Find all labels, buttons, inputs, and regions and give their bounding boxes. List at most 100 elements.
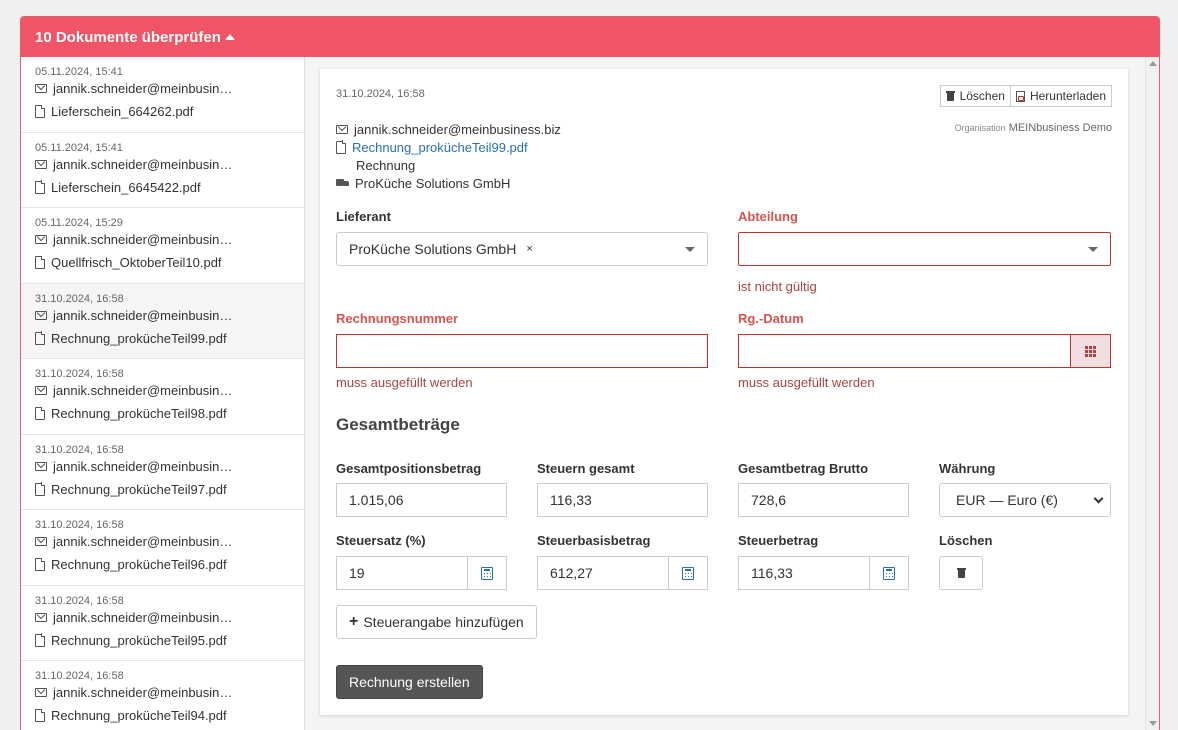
file-icon: [35, 482, 46, 496]
calendar-icon: [1084, 345, 1097, 357]
tax-base-calc-button[interactable]: [668, 556, 708, 590]
scroll-up-arrow-icon[interactable]: [1149, 61, 1157, 66]
lieferant-clear-icon[interactable]: ×: [526, 243, 532, 255]
tax-amount-label: Steuerbetrag: [738, 533, 819, 548]
doc-filename: Rechnung_proküchеTeil94.pdf: [51, 708, 227, 723]
positions-value: 1.015,06: [349, 492, 404, 508]
doc-date: 31.10.2024, 16:58: [35, 368, 124, 380]
list-item[interactable]: 31.10.2024, 16:58 jannik.schneider@meinb…: [21, 661, 304, 730]
positions-label: Gesamtpositionsbetrag: [336, 461, 482, 476]
tax-rate-label: Steuersatz (%): [336, 533, 426, 548]
doc-date: 31.10.2024, 16:58: [35, 594, 124, 607]
file-icon: [35, 255, 46, 269]
doc-date: 05.11.2024, 15:41: [35, 141, 123, 154]
tax-amount-calc-button[interactable]: [869, 556, 909, 590]
detail-date: 31.10.2024, 16:58: [336, 88, 425, 100]
organisation-label: Organisation: [954, 123, 1006, 133]
tax-base-input[interactable]: 612,27: [537, 556, 669, 590]
download-button[interactable]: Herunterladen: [1010, 85, 1112, 107]
caret-down-icon: [685, 247, 695, 252]
list-item[interactable]: 31.10.2024, 16:58 jannik.schneider@meinb…: [21, 359, 304, 435]
rechnungsnummer-input[interactable]: [336, 334, 708, 368]
doc-filename: Rechnung_proküchеTeil97.pdf: [51, 481, 227, 497]
calculator-icon: [883, 566, 895, 580]
doc-filename: Rechnung_proküchеTeil99.pdf: [51, 330, 227, 346]
tax-base-label: Steuerbasisbetrag: [537, 533, 651, 548]
delete-document-label: Löschen: [959, 89, 1005, 103]
calculator-icon: [682, 566, 694, 580]
detail-document-type: Rechnung: [356, 157, 416, 173]
envelope-icon: [35, 688, 47, 697]
doc-filename: Quellfrisch_OktoberTeil10.pdf: [51, 255, 222, 270]
doc-email: jannik.schneider@meinbusin…: [53, 307, 233, 323]
list-item[interactable]: 31.10.2024, 16:58 jannik.schneider@meinb…: [21, 435, 304, 510]
list-item[interactable]: 31.10.2024, 16:58 jannik.schneider@meinb…: [21, 510, 304, 586]
doc-date: 31.10.2024, 16:58: [35, 292, 124, 305]
envelope-icon: [336, 124, 348, 134]
list-item[interactable]: 31.10.2024, 16:58 jannik.schneider@meinb…: [21, 586, 304, 661]
gross-input[interactable]: 728,6: [738, 483, 909, 517]
file-icon: [35, 708, 46, 722]
doc-filename: Lieferschein_664262.pdf: [51, 104, 194, 119]
detail-file-link[interactable]: Rechnung_proküchеTeil99.pdf: [352, 140, 528, 155]
positions-input[interactable]: 1.015,06: [336, 483, 507, 517]
caret-up-icon: [224, 34, 235, 40]
document-detail-card: 31.10.2024, 16:58 Löschen Herunterladen …: [320, 69, 1128, 715]
abteilung-select[interactable]: [738, 232, 1111, 266]
doc-email: jannik.schneider@meinbusin…: [53, 458, 233, 474]
list-item[interactable]: 05.11.2024, 15:41 jannik.schneider@meinb…: [21, 133, 304, 208]
list-item[interactable]: 05.11.2024, 15:41 jannik.schneider@meinb…: [21, 57, 304, 133]
list-item[interactable]: 05.11.2024, 15:29 jannik.schneider@meinb…: [21, 208, 304, 284]
envelope-icon: [35, 159, 47, 169]
doc-filename: Lieferschein_6645422.pdf: [51, 179, 201, 195]
rg-datum-label: Rg.-Datum: [738, 311, 804, 326]
scroll-down-arrow-icon[interactable]: [1149, 721, 1157, 726]
tax-amount-input[interactable]: 116,33: [738, 556, 870, 590]
create-invoice-button[interactable]: Rechnung erstellen: [336, 665, 483, 699]
add-tax-button[interactable]: + Steuerangabe hinzufügen: [336, 605, 537, 639]
file-icon: [35, 180, 46, 194]
delete-tax-button[interactable]: [939, 556, 983, 590]
trash-icon: [956, 568, 966, 578]
date-picker-button[interactable]: [1070, 334, 1111, 368]
doc-email: jannik.schneider@meinbusin…: [53, 232, 233, 247]
file-icon: [35, 104, 46, 118]
detail-actions: Löschen Herunterladen: [939, 85, 1112, 107]
file-icon: [336, 140, 347, 154]
download-label: Herunterladen: [1029, 89, 1106, 103]
envelope-icon: [35, 461, 47, 471]
gross-value: 728,6: [751, 492, 787, 508]
pdf-file-icon: [1015, 90, 1025, 102]
scrollbar[interactable]: [1145, 57, 1159, 730]
envelope-icon: [35, 386, 47, 395]
envelope-icon: [35, 310, 47, 320]
currency-select[interactable]: EUR — Euro (€): [939, 483, 1111, 517]
list-item-active[interactable]: 31.10.2024, 16:58 jannik.schneider@meinb…: [21, 283, 304, 359]
envelope-icon: [35, 612, 47, 622]
lieferant-value: ProKüche Solutions GmbH: [349, 241, 517, 257]
delete-document-button[interactable]: Löschen: [939, 85, 1011, 107]
organisation-name: MEINbusiness Demo: [1008, 122, 1112, 134]
abteilung-error: ist nicht gültig: [738, 279, 817, 294]
tax-rate-input[interactable]: 19: [336, 556, 468, 590]
panel-title: 10 Dokumente überprüfen: [35, 28, 221, 46]
add-tax-label: Steuerangabe hinzufügen: [363, 614, 524, 630]
tax-delete-label: Löschen: [939, 533, 993, 548]
doc-date: 05.11.2024, 15:41: [35, 66, 123, 78]
taxes-input[interactable]: 116,33: [537, 483, 708, 517]
trash-icon: [945, 91, 955, 101]
doc-email: jannik.schneider@meinbusin…: [53, 609, 233, 625]
tax-base-value: 612,27: [550, 565, 593, 581]
lieferant-select[interactable]: ProKüche Solutions GmbH ×: [336, 232, 708, 266]
envelope-icon: [35, 84, 47, 93]
totals-section-title: Gesamtbeträge: [336, 415, 460, 434]
document-list: 05.11.2024, 15:41 jannik.schneider@meinb…: [21, 57, 305, 730]
currency-label: Währung: [939, 461, 996, 476]
rg-datum-input[interactable]: [738, 334, 1071, 368]
panel-header[interactable]: 10 Dokumente überprüfen: [21, 17, 1159, 57]
doc-email: jannik.schneider@meinbusin…: [53, 81, 233, 96]
doc-email: jannik.schneider@meinbusin…: [53, 156, 233, 172]
tax-rate-calc-button[interactable]: [467, 556, 507, 590]
doc-date: 05.11.2024, 15:29: [35, 217, 123, 229]
doc-date: 31.10.2024, 16:58: [35, 670, 124, 682]
